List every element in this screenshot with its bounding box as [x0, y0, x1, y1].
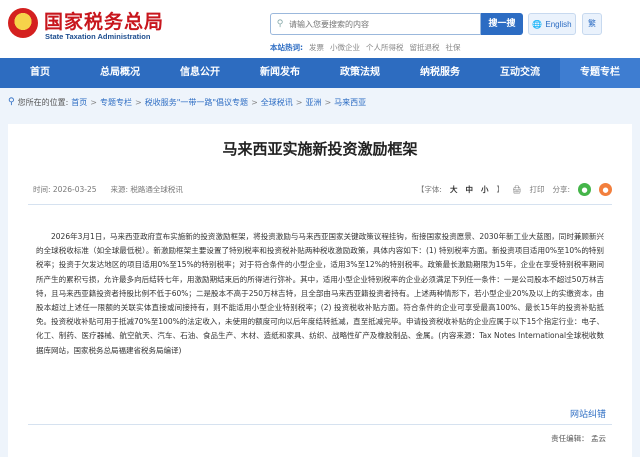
nav-item-disclosure[interactable]: 信息公开: [160, 58, 240, 88]
hot-words: 本站热词: 发票 小微企业 个人所得税 留抵退税 社保: [270, 42, 461, 53]
globe-icon: 🌐: [532, 19, 543, 29]
national-emblem-icon[interactable]: ★: [8, 8, 38, 38]
breadcrumb-asia[interactable]: 亚洲: [305, 97, 321, 108]
nav-item-home[interactable]: 首页: [0, 58, 80, 88]
print-button[interactable]: 打印: [529, 184, 544, 195]
article-body: 2026年3月1日，马来西亚政府宣布实施新的投资激励框架，将投资激励与马来西亚国…: [36, 232, 604, 355]
breadcrumb-sep: >: [324, 97, 332, 107]
print-icon[interactable]: 🖨: [512, 185, 522, 194]
nav-item-interaction[interactable]: 互动交流: [480, 58, 560, 88]
responsible-editor: 责任编辑： 孟云: [551, 434, 606, 443]
hot-word-link[interactable]: 个人所得税: [366, 42, 404, 53]
breadcrumb-global-news[interactable]: 全球税讯: [261, 97, 293, 108]
share-label: 分享:: [552, 185, 570, 194]
article-meta: 时间: 2026-03-25 来源: 税路通全球税讯 【字体: 大 中 小 】 …: [33, 183, 612, 196]
article-panel: 马来西亚实施新投资激励框架 时间: 2026-03-25 来源: 税路通全球税讯…: [8, 124, 632, 457]
breadcrumb-belt-road[interactable]: 税收服务"一带一路"倡议专题: [145, 97, 248, 108]
breadcrumb-sep: >: [135, 97, 142, 107]
english-label: English: [545, 19, 572, 29]
article-source: 来源: 税路通全球税讯: [110, 185, 183, 194]
hot-word-link[interactable]: 发票: [309, 42, 324, 53]
site-subtitle: State Taxation Administration: [45, 32, 151, 41]
search-input[interactable]: [289, 19, 469, 29]
emblem-star: ★: [17, 16, 29, 30]
publish-time: 时间: 2026-03-25: [33, 185, 97, 194]
breadcrumb-label: 您所在的位置:: [17, 97, 69, 107]
traditional-chinese-button[interactable]: 繁: [582, 13, 602, 35]
font-size-large[interactable]: 大: [450, 184, 458, 195]
search-box: ⚲: [270, 13, 481, 35]
meta-divider: [28, 204, 612, 205]
breadcrumb-home[interactable]: 首页: [71, 97, 87, 108]
nav-item-topics[interactable]: 专题专栏: [560, 58, 640, 88]
site-title[interactable]: 国家税务总局: [44, 7, 164, 34]
font-size-medium[interactable]: 中: [465, 184, 473, 195]
breadcrumb: ⚲ 您所在的位置: 首页 > 专题专栏 > 税收服务"一带一路"倡议专题 > 全球税讯…: [0, 88, 640, 116]
location-pin-icon: ⚲: [8, 97, 15, 107]
article-title: 马来西亚实施新投资激励框架: [222, 140, 418, 158]
font-size-end: 】: [496, 185, 504, 194]
weibo-share-icon[interactable]: ●: [599, 183, 612, 196]
nav-item-policy[interactable]: 政策法规: [320, 58, 400, 88]
nav-item-overview[interactable]: 总局概况: [80, 58, 160, 88]
breadcrumb-sep: >: [251, 97, 258, 107]
search-button[interactable]: 搜一搜: [481, 13, 523, 35]
font-size-label: 【字体:: [416, 185, 442, 194]
footer-divider: [28, 424, 612, 425]
search-icon: ⚲: [276, 19, 284, 29]
font-size-small[interactable]: 小: [481, 184, 489, 195]
hot-word-link[interactable]: 小微企业: [330, 42, 360, 53]
nav-item-service[interactable]: 纳税服务: [400, 58, 480, 88]
breadcrumb-sep: >: [90, 97, 97, 107]
site-header: ★ 国家税务总局 State Taxation Administration ⚲…: [0, 0, 640, 58]
hot-words-label: 本站热词:: [270, 43, 303, 52]
hot-word-link[interactable]: 社保: [446, 42, 461, 53]
nav-item-news[interactable]: 新闻发布: [240, 58, 320, 88]
main-nav: 首页 总局概况 信息公开 新闻发布 政策法规 纳税服务 互动交流 专题专栏: [0, 58, 640, 88]
english-button[interactable]: 🌐 English: [528, 13, 576, 35]
breadcrumb-sep: >: [295, 97, 303, 107]
breadcrumb-malaysia[interactable]: 马来西亚: [334, 97, 366, 108]
site-error-report-link[interactable]: 网站纠错: [570, 407, 606, 420]
wechat-share-icon[interactable]: ●: [578, 183, 591, 196]
hot-word-link[interactable]: 留抵退税: [410, 42, 440, 53]
breadcrumb-topics[interactable]: 专题专栏: [100, 97, 132, 108]
